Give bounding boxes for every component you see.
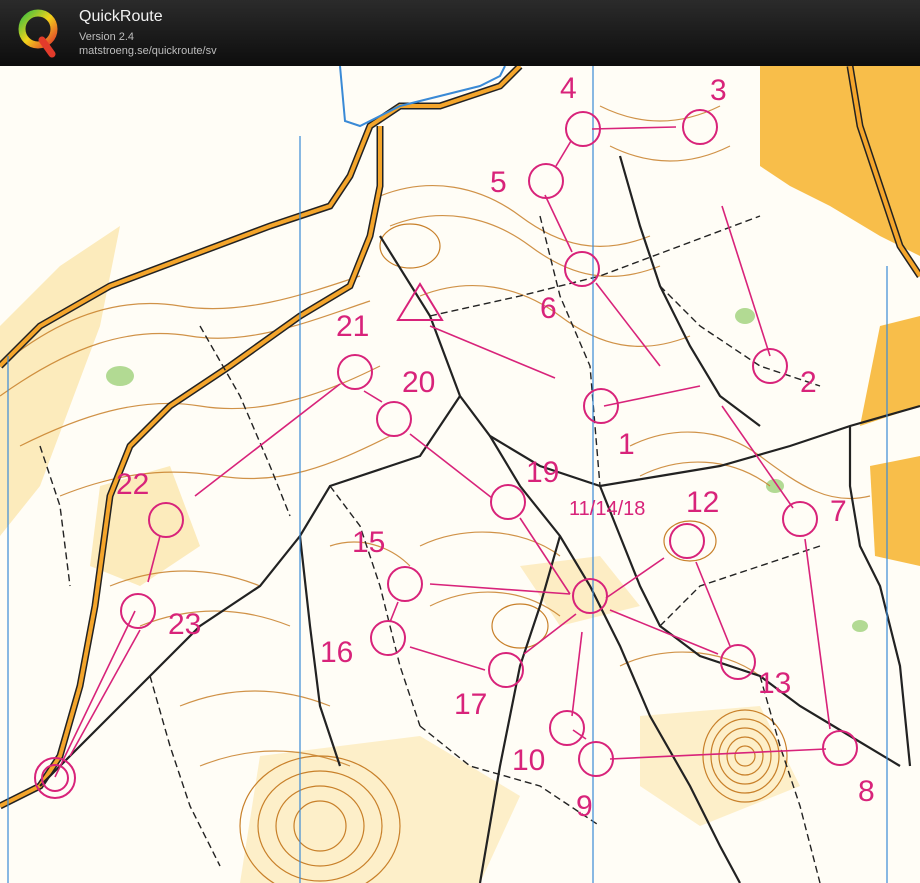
control-label-22: 22 [116, 468, 149, 501]
quickroute-logo-icon [18, 9, 58, 58]
control-label-3: 3 [710, 74, 727, 107]
control-label-7: 7 [830, 495, 847, 528]
control-label-13: 13 [758, 667, 791, 700]
app-url[interactable]: matstroeng.se/quickroute/sv [79, 45, 217, 57]
control-label-20: 20 [402, 366, 435, 399]
control-label-17: 17 [454, 688, 487, 721]
control-label-19: 19 [526, 456, 559, 489]
control-label-5: 5 [490, 166, 507, 199]
control-label-10: 10 [512, 744, 545, 777]
control-label-11-14-18: 11/14/18 [569, 498, 645, 520]
control-label-9: 9 [576, 790, 593, 823]
control-label-4: 4 [560, 72, 577, 105]
app-title: QuickRoute [79, 8, 163, 25]
control-label-6: 6 [540, 292, 557, 325]
control-label-21: 21 [336, 310, 369, 343]
vegetation-patch [106, 366, 134, 386]
control-label-8: 8 [858, 775, 875, 808]
control-label-16: 16 [320, 636, 353, 669]
control-label-1: 1 [618, 428, 635, 461]
control-label-15: 15 [352, 526, 385, 559]
map-canvas: 1 2 3 4 5 6 7 8 9 10 11/14/18 12 13 15 1… [0, 66, 920, 883]
open-land-area [870, 456, 920, 566]
vegetation-patch [852, 620, 868, 632]
vegetation-patch [735, 308, 755, 324]
control-label-2: 2 [800, 366, 817, 399]
control-label-23: 23 [168, 608, 201, 641]
app-header: QuickRoute Version 2.4 matstroeng.se/qui… [0, 0, 920, 67]
control-label-12: 12 [686, 486, 719, 519]
orienteering-map[interactable]: 1 2 3 4 5 6 7 8 9 10 11/14/18 12 13 15 1… [0, 66, 920, 883]
app-version: Version 2.4 [79, 31, 135, 43]
